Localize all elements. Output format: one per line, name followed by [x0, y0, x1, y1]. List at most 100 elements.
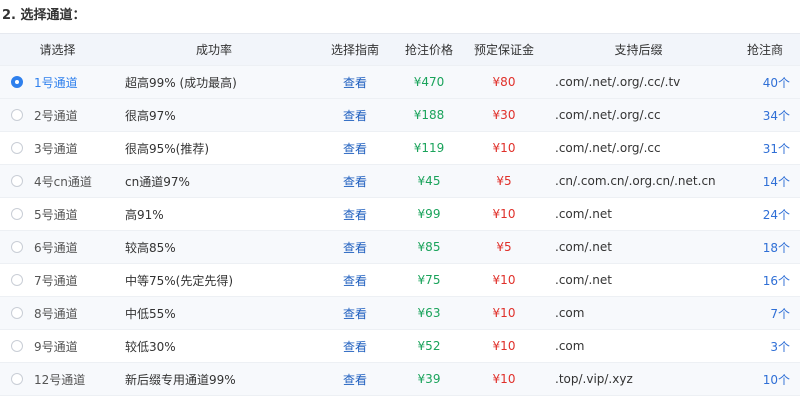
guide-link-cell: 查看 [313, 239, 397, 256]
view-guide-link[interactable]: 查看 [343, 340, 367, 354]
registrar-count[interactable]: 18个 [730, 239, 800, 256]
table-row[interactable]: 9号通道 较低30% 查看 ¥52 ¥10 .com 3个 [0, 330, 800, 363]
guide-link-cell: 查看 [313, 74, 397, 91]
table-row[interactable]: 7号通道 中等75%(先定先得) 查看 ¥75 ¥10 .com/.net 16个 [0, 264, 800, 297]
success-rate: 高91% [125, 207, 164, 222]
header-deposit: 预定保证金 [473, 43, 534, 57]
table-row[interactable]: 5号通道 高91% 查看 ¥99 ¥10 .com/.net 24个 [0, 198, 800, 231]
suffix-list: .com [555, 339, 585, 353]
suffix-list: .com/.net [555, 240, 612, 254]
success-rate: 很高95%(推荐) [125, 141, 210, 156]
registrar-count[interactable]: 7个 [730, 305, 800, 322]
channel-name: 1号通道 [34, 75, 78, 90]
channel-name: 12号通道 [34, 372, 86, 387]
suffix-list: .cn/.com.cn/.org.cn/.net.cn [555, 174, 716, 188]
table-row[interactable]: 3号通道 很高95%(推荐) 查看 ¥119 ¥10 .com/.net/.org/.cc… [0, 132, 800, 165]
deposit-value: ¥80 [492, 75, 516, 89]
radio-button[interactable] [11, 373, 23, 385]
view-guide-link[interactable]: 查看 [343, 175, 367, 189]
price-value: ¥39 [417, 372, 441, 386]
suffix-list: .com/.net/.org/.cc [555, 108, 661, 122]
channel-table: 请选择 成功率 选择指南 抢注价格 预定保证金 支持后缀 抢注商 1号通道 超高9… [0, 33, 800, 396]
table-header: 请选择 成功率 选择指南 抢注价格 预定保证金 支持后缀 抢注商 [0, 34, 800, 66]
suffix-list: .com [555, 306, 585, 320]
view-guide-link[interactable]: 查看 [343, 274, 367, 288]
suffix-list: .com/.net [555, 207, 612, 221]
table-row[interactable]: 1号通道 超高99% (成功最高) 查看 ¥470 ¥80 .com/.net/.org/… [0, 66, 800, 99]
registrar-count[interactable]: 16个 [730, 272, 800, 289]
registrar-count[interactable]: 34个 [730, 107, 800, 124]
channel-name: 3号通道 [34, 141, 78, 156]
radio-button[interactable] [11, 274, 23, 286]
deposit-value: ¥10 [492, 306, 516, 320]
view-guide-link[interactable]: 查看 [343, 109, 367, 123]
registrar-count[interactable]: 24个 [730, 206, 800, 223]
price-value: ¥188 [413, 108, 445, 122]
table-row[interactable]: 4号cn通道 cn通道97% 查看 ¥45 ¥5 .cn/.com.cn/.org.cn/… [0, 165, 800, 198]
price-value: ¥99 [417, 207, 441, 221]
deposit-value: ¥5 [496, 240, 512, 254]
channel-select[interactable]: 3号通道 [0, 140, 115, 157]
view-guide-link[interactable]: 查看 [343, 307, 367, 321]
price-value: ¥470 [413, 75, 445, 89]
channel-name: 5号通道 [34, 207, 78, 222]
price-value: ¥52 [417, 339, 441, 353]
header-rate: 成功率 [195, 43, 232, 57]
radio-button[interactable] [11, 241, 23, 253]
registrar-count[interactable]: 40个 [730, 74, 800, 91]
radio-button[interactable] [11, 142, 23, 154]
registrar-count[interactable]: 10个 [730, 371, 800, 388]
channel-select[interactable]: 8号通道 [0, 305, 115, 322]
view-guide-link[interactable]: 查看 [343, 142, 367, 156]
channel-select[interactable]: 1号通道 [0, 74, 115, 91]
deposit-value: ¥10 [492, 141, 516, 155]
section-title: 2. 选择通道： [2, 8, 86, 23]
radio-button[interactable] [11, 208, 23, 220]
price-value: ¥45 [417, 174, 441, 188]
radio-button[interactable] [11, 340, 23, 352]
table-row[interactable]: 12号通道 新后缀专用通道99% 查看 ¥39 ¥10 .top/.vip/.xyz 10个 [0, 363, 800, 396]
price-value: ¥119 [413, 141, 445, 155]
view-guide-link[interactable]: 查看 [343, 208, 367, 222]
deposit-value: ¥10 [492, 372, 516, 386]
channel-select[interactable]: 7号通道 [0, 272, 115, 289]
table-row[interactable]: 6号通道 较高85% 查看 ¥85 ¥5 .com/.net 18个 [0, 231, 800, 264]
suffix-list: .com/.net/.org/.cc [555, 141, 661, 155]
header-guide: 选择指南 [330, 43, 379, 57]
deposit-value: ¥5 [496, 174, 512, 188]
guide-link-cell: 查看 [313, 206, 397, 223]
registrar-count[interactable]: 14个 [730, 173, 800, 190]
view-guide-link[interactable]: 查看 [343, 76, 367, 90]
suffix-list: .com/.net/.org/.cc/.tv [555, 75, 681, 89]
price-value: ¥85 [417, 240, 441, 254]
channel-select[interactable]: 4号cn通道 [0, 173, 115, 190]
registrar-count[interactable]: 3个 [730, 338, 800, 355]
guide-link-cell: 查看 [313, 338, 397, 355]
deposit-value: ¥10 [492, 339, 516, 353]
table-row[interactable]: 2号通道 很高97% 查看 ¥188 ¥30 .com/.net/.org/.cc 34个 [0, 99, 800, 132]
suffix-list: .top/.vip/.xyz [555, 372, 633, 386]
table-row[interactable]: 8号通道 中低55% 查看 ¥63 ¥10 .com 7个 [0, 297, 800, 330]
channel-select[interactable]: 6号通道 [0, 239, 115, 256]
channel-name: 6号通道 [34, 240, 78, 255]
success-rate: 超高99% (成功最高) [125, 75, 237, 90]
radio-button[interactable] [11, 76, 23, 88]
view-guide-link[interactable]: 查看 [343, 373, 367, 387]
success-rate: 中等75%(先定先得) [125, 273, 234, 288]
price-value: ¥63 [417, 306, 441, 320]
channel-select[interactable]: 9号通道 [0, 338, 115, 355]
success-rate: 中低55% [125, 306, 176, 321]
channel-name: 2号通道 [34, 108, 78, 123]
channel-select[interactable]: 12号通道 [0, 371, 115, 388]
table-body: 1号通道 超高99% (成功最高) 查看 ¥470 ¥80 .com/.net/.org/… [0, 66, 800, 396]
registrar-count[interactable]: 31个 [730, 140, 800, 157]
channel-name: 4号cn通道 [34, 174, 92, 189]
channel-select[interactable]: 2号通道 [0, 107, 115, 124]
success-rate: 较低30% [125, 339, 176, 354]
radio-button[interactable] [11, 307, 23, 319]
channel-select[interactable]: 5号通道 [0, 206, 115, 223]
radio-button[interactable] [11, 175, 23, 187]
deposit-value: ¥30 [492, 108, 516, 122]
radio-button[interactable] [11, 109, 23, 121]
view-guide-link[interactable]: 查看 [343, 241, 367, 255]
